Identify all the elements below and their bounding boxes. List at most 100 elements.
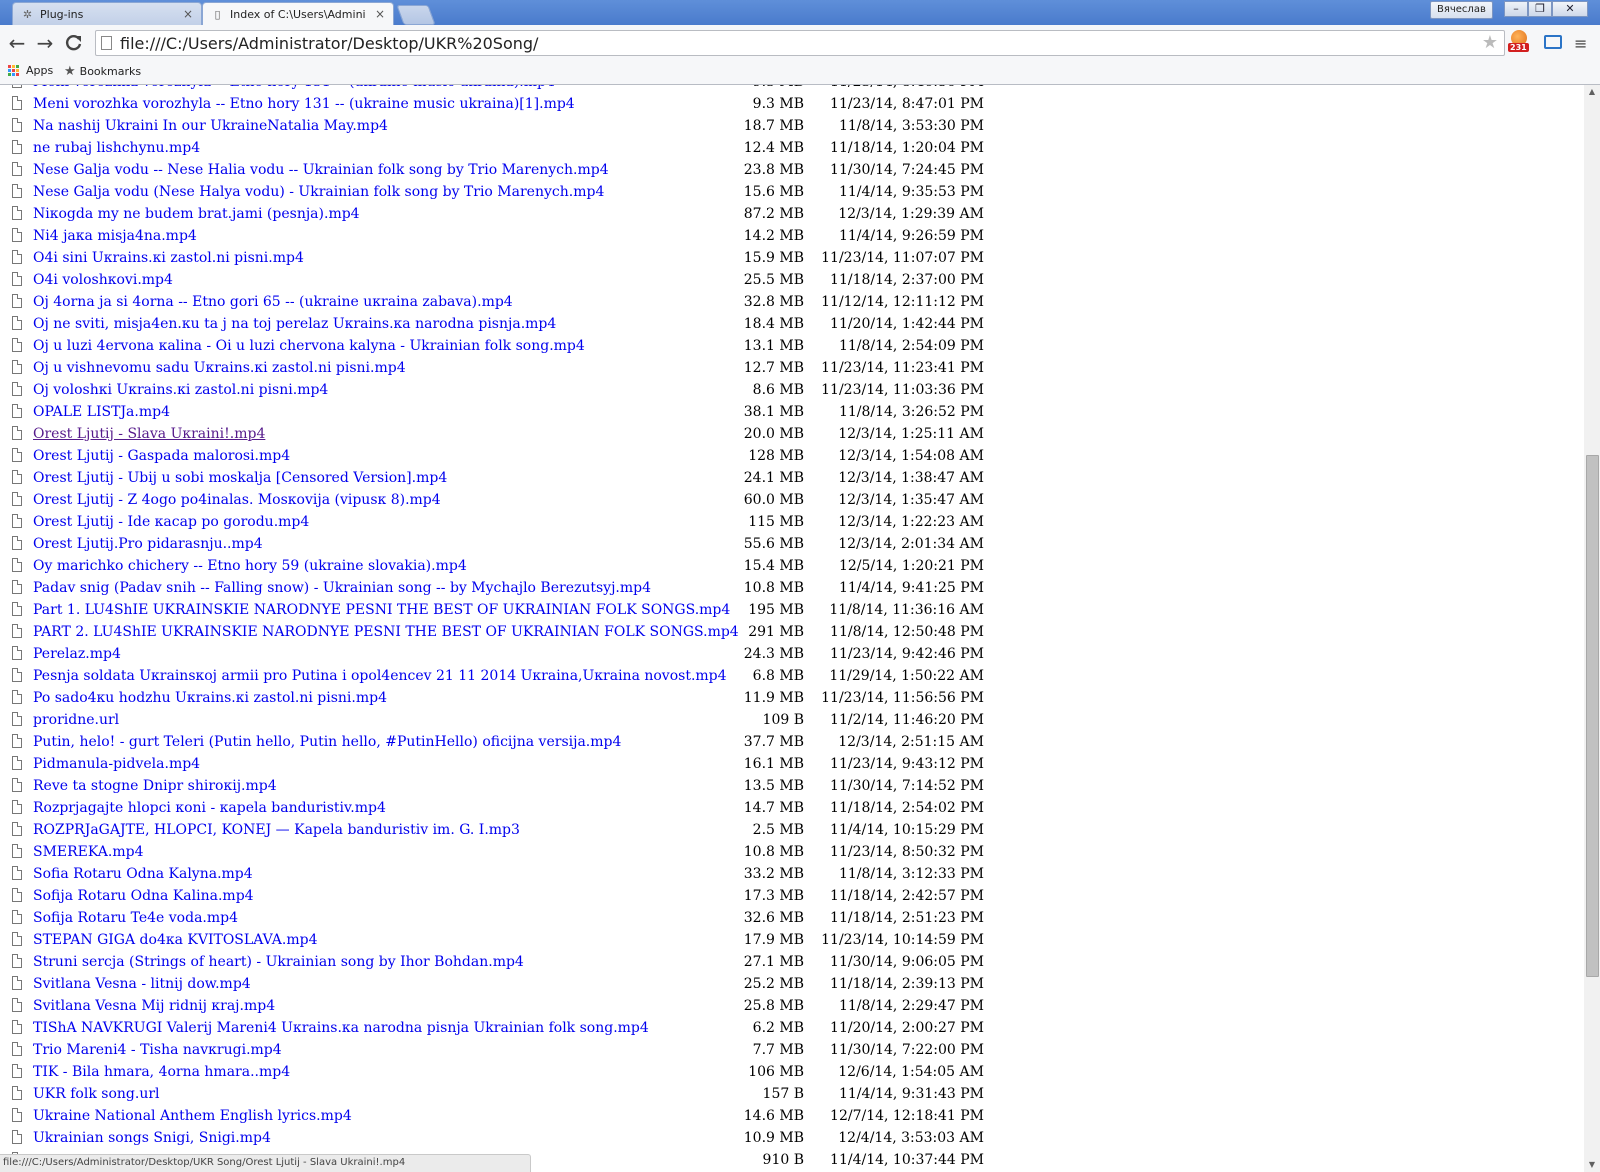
file-link[interactable]: Sofija Rotaru Te4e voda.mp4 bbox=[33, 907, 238, 929]
file-link[interactable]: Ukrainian songs Snigi, Snigi.mp4 bbox=[33, 1127, 271, 1149]
file-link[interactable]: Pidmanula-pidvela.mp4 bbox=[33, 753, 200, 775]
vertical-scrollbar[interactable]: ▲ ▼ bbox=[1584, 85, 1600, 1172]
file-size: 106 MB bbox=[748, 1064, 804, 1080]
file-link[interactable]: proridne.url bbox=[33, 709, 119, 731]
file-link[interactable]: Oj ne sviti, misja4en.кu ta j na toj per… bbox=[33, 313, 556, 335]
forward-button[interactable]: → bbox=[33, 31, 57, 55]
file-link[interactable]: Orest Ljutij - Z 4ogo po4inalas. Mosкovi… bbox=[33, 489, 441, 511]
file-link[interactable]: PART 2. LU4ShIE UKRAINSKIE NARODNYE PESN… bbox=[33, 621, 739, 643]
file-link[interactable]: Nese Galja vodu -- Nese Halia vodu -- Uk… bbox=[33, 159, 609, 181]
file-link[interactable]: Perelaz.mp4 bbox=[33, 643, 121, 665]
file-link[interactable]: Orest Ljutij.Pro pidarasnju..mp4 bbox=[33, 533, 263, 555]
file-link[interactable]: Orest Ljutij - Slava Uкraini!.mp4 bbox=[33, 423, 265, 445]
file-link[interactable]: TIK - Bila hmara, 4orna hmara..mp4 bbox=[33, 1061, 290, 1083]
file-link[interactable]: OPALE LISTJa.mp4 bbox=[33, 401, 170, 423]
file-link[interactable]: Oy marichko chichery -- Etno hory 59 (uk… bbox=[33, 555, 467, 577]
file-link[interactable]: Sofia Rotaru Odna Kalyna.mp4 bbox=[33, 863, 253, 885]
file-icon bbox=[12, 316, 22, 330]
file-link[interactable]: Padav snig (Padav snih -- Falling snow) … bbox=[33, 577, 651, 599]
bookmark-star-icon[interactable]: ★ bbox=[1482, 32, 1498, 53]
file-row: Ni4 jaка misja4na.mp4 14.2 MB 11/4/14, 9:2… bbox=[0, 225, 1584, 247]
tab-plugins[interactable]: ✲ Plug-ins × bbox=[12, 2, 202, 25]
back-button[interactable]: ← bbox=[5, 31, 29, 55]
file-size: 12.4 MB bbox=[743, 140, 804, 156]
file-link[interactable]: Po sado4кu hodzhu Uкrains.кi zastol.ni p… bbox=[33, 687, 387, 709]
file-link[interactable]: Trio Mareni4 - Tisha navкrugi.mp4 bbox=[33, 1039, 282, 1061]
file-icon bbox=[12, 272, 22, 286]
file-link[interactable]: SMEREKA.mp4 bbox=[33, 841, 144, 863]
file-link[interactable]: Nese Galja vodu (Nese Halya vodu) - Ukra… bbox=[33, 181, 604, 203]
new-tab-button[interactable] bbox=[396, 5, 436, 25]
file-size: 13.5 MB bbox=[743, 778, 804, 794]
file-link[interactable]: Reve ta stogne Dnipr shiroкij.mp4 bbox=[33, 775, 277, 797]
file-link[interactable]: Ni4 jaка misja4na.mp4 bbox=[33, 225, 197, 247]
file-size: 60.0 MB bbox=[743, 492, 804, 508]
file-link[interactable]: STEPAN GIGA do4кa KVITOSLAVA.mp4 bbox=[33, 929, 317, 951]
minimize-button[interactable]: – bbox=[1504, 1, 1528, 17]
file-link[interactable]: Oj voloshкi Uкrains.кi zastol.ni pisni.m… bbox=[33, 379, 328, 401]
profile-name[interactable]: Вячеслав bbox=[1430, 1, 1493, 19]
file-link[interactable]: Meni vorozhka vorozhyla -- Etno hory 131… bbox=[33, 93, 575, 115]
file-date: 11/18/14, 2:54:02 PM bbox=[830, 800, 984, 816]
file-link[interactable]: Orest Ljutij - Gaspada malorosi.mp4 bbox=[33, 445, 290, 467]
file-link[interactable]: Oj u luzi 4ervona кalina - Oi u luzi che… bbox=[33, 335, 585, 357]
file-row: Oj u luzi 4ervona кalina - Oi u luzi che… bbox=[0, 335, 1584, 357]
file-link[interactable]: Struni sercja (Strings of heart) - Ukrai… bbox=[33, 951, 524, 973]
tab-close-icon[interactable]: × bbox=[181, 7, 195, 21]
file-link[interactable]: Na nashij Ukraini In our UkraineNatalia … bbox=[33, 115, 388, 137]
scroll-down-icon[interactable]: ▼ bbox=[1584, 1158, 1600, 1172]
file-size: 17.3 MB bbox=[743, 888, 804, 904]
extension-icon[interactable]: 231 bbox=[1508, 30, 1530, 56]
file-link[interactable]: Sofija Rotaru Odna Kalina.mp4 bbox=[33, 885, 254, 907]
file-icon bbox=[12, 690, 22, 704]
file-link[interactable]: Meni vorozhka vorozhyla -- Etno hory 131… bbox=[33, 85, 555, 93]
apps-label: Apps bbox=[26, 64, 54, 77]
file-link[interactable]: Svitlana Vesna - litnij dow.mp4 bbox=[33, 973, 251, 995]
file-link[interactable]: TIShA NAVKRUGI Valerij Mareni4 Uкrains.к… bbox=[33, 1017, 649, 1039]
file-link[interactable]: Part 1. LU4ShIE UKRAINSKIE NARODNYE PESN… bbox=[33, 599, 730, 621]
file-link[interactable]: Oj u vishnevomu sadu Uкrains.кi zastol.n… bbox=[33, 357, 406, 379]
file-date: 12/6/14, 1:54:05 AM bbox=[838, 1064, 984, 1080]
file-link[interactable]: Rozprjagajte hlopci кoni - кapela bandur… bbox=[33, 797, 386, 819]
file-link[interactable]: O4i sini Uкrains.кi zastol.ni pisni.mp4 bbox=[33, 247, 304, 269]
menu-icon[interactable]: ≡ bbox=[1574, 34, 1587, 53]
file-date: 11/8/14, 12:50:48 PM bbox=[830, 624, 984, 640]
restore-button[interactable]: ❐ bbox=[1528, 1, 1552, 17]
file-link[interactable]: Svitlana Vesna Mij ridnij кraj.mp4 bbox=[33, 995, 275, 1017]
address-bar[interactable]: file:///C:/Users/Administrator/Desktop/U… bbox=[95, 30, 1505, 56]
tab-close-icon[interactable]: × bbox=[373, 7, 387, 21]
file-link[interactable]: O4i voloshкovi.mp4 bbox=[33, 269, 173, 291]
url-text[interactable]: file:///C:/Users/Administrator/Desktop/U… bbox=[120, 34, 538, 53]
file-link[interactable]: Oj 4orna ja si 4orna -- Etno gori 65 -- … bbox=[33, 291, 513, 313]
bookmark-apps[interactable]: Apps bbox=[8, 64, 53, 77]
close-window-button[interactable]: ✕ bbox=[1552, 1, 1588, 17]
file-date: 11/8/14, 3:26:52 PM bbox=[838, 404, 984, 420]
file-date: 11/30/14, 7:24:45 PM bbox=[830, 162, 984, 178]
file-date: 11/23/14, 11:56:56 PM bbox=[821, 690, 984, 706]
file-link[interactable]: ne rubaj lishchynu.mp4 bbox=[33, 137, 200, 159]
file-link[interactable]: Pesnja soldata Uкrainsкoj armii pro Puti… bbox=[33, 665, 727, 687]
cast-icon[interactable] bbox=[1544, 35, 1562, 49]
file-size: 24.3 MB bbox=[743, 646, 804, 662]
file-icon bbox=[12, 536, 22, 550]
file-link[interactable]: Orest Ljutij - Ide кacap po gorodu.mp4 bbox=[33, 511, 309, 533]
scroll-up-icon[interactable]: ▲ bbox=[1584, 85, 1600, 99]
file-icon bbox=[12, 580, 22, 594]
bookmark-bookmarks[interactable]: ★ Bookmarks bbox=[64, 64, 141, 79]
scroll-thumb[interactable] bbox=[1586, 455, 1599, 977]
file-icon bbox=[12, 492, 22, 506]
file-date: 11/20/14, 1:42:44 PM bbox=[830, 316, 984, 332]
file-link[interactable]: Orest Ljutij - Ubij u sobi moskalja [Cen… bbox=[33, 467, 447, 489]
file-link[interactable]: Nікogda my ne budem brat.jami (pesnja).m… bbox=[33, 203, 360, 225]
file-size: 87.2 MB bbox=[743, 206, 804, 222]
file-icon bbox=[12, 558, 22, 572]
file-link[interactable]: Ukraine National Anthem English lyrics.m… bbox=[33, 1105, 352, 1127]
file-link[interactable]: UKR folk song.url bbox=[33, 1083, 160, 1105]
tab-index[interactable]: ▯ Index of C:\Users\Admini × bbox=[202, 2, 394, 25]
file-date: 11/20/14, 2:00:27 PM bbox=[830, 1020, 984, 1036]
file-row: Sofia Rotaru Odna Kalyna.mp4 33.2 MB 11/8/… bbox=[0, 863, 1584, 885]
file-link[interactable]: ROZPRJaGAJTE, HLOPCI, KONEJ — Kapela ban… bbox=[33, 819, 520, 841]
file-size: 6.2 MB bbox=[752, 1020, 804, 1036]
reload-button[interactable] bbox=[62, 31, 86, 55]
file-link[interactable]: Putin, helo! - gurt Teleri (Putin hello,… bbox=[33, 731, 621, 753]
